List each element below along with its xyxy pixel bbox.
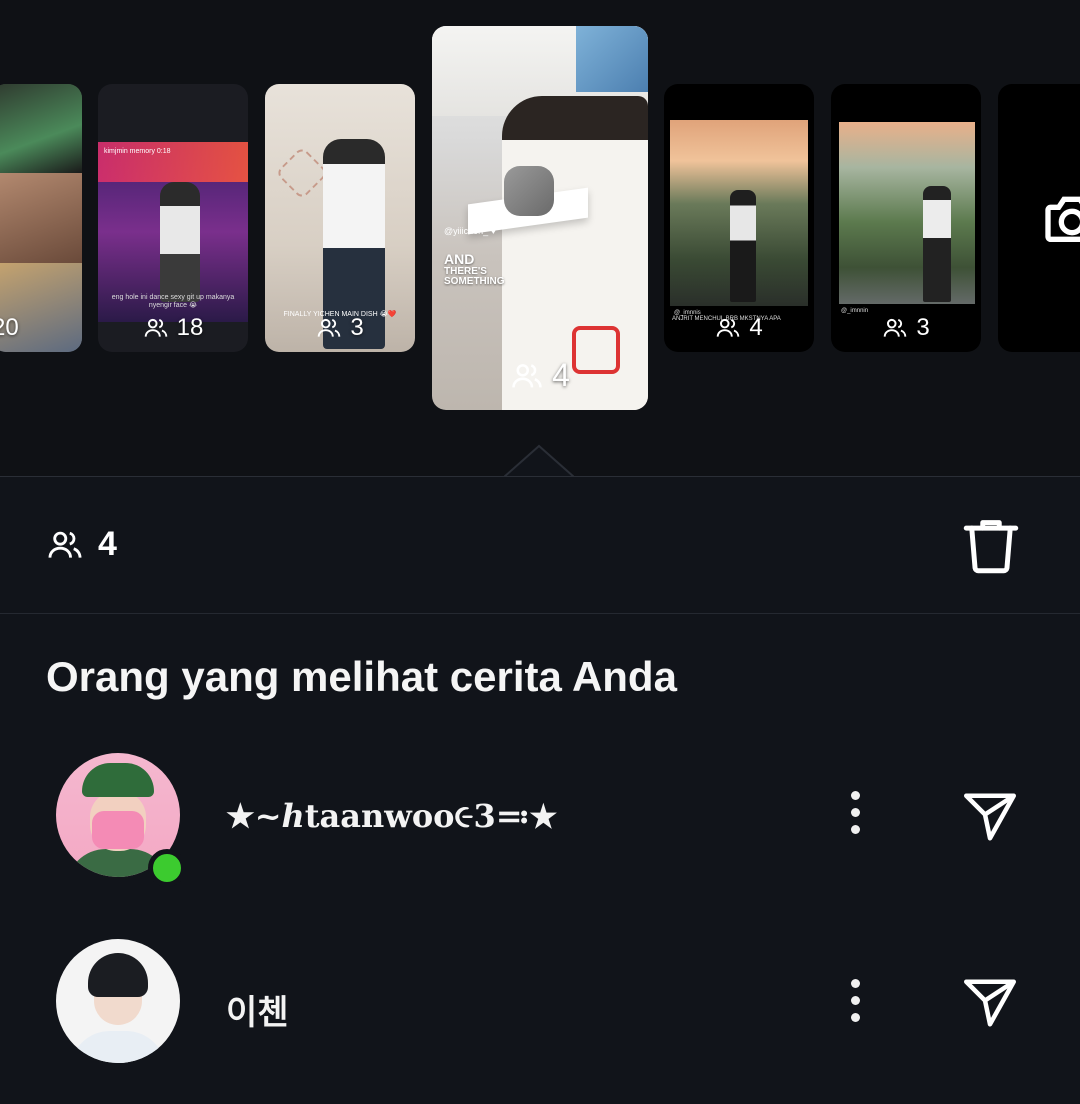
story-strip[interactable]: 20 kimjmin memory 0:18 eng hole ini danc… (0, 0, 1080, 478)
story-collage (0, 84, 82, 352)
story-view-count: 4 (432, 357, 648, 394)
story-view-count-value: 4 (552, 357, 570, 393)
camera-icon (1045, 196, 1080, 242)
people-icon (717, 318, 740, 337)
story-image (839, 122, 975, 304)
people-icon (48, 531, 82, 558)
people-icon (512, 363, 542, 387)
story-view-count: 3 (831, 314, 981, 342)
story-view-count: 20 (0, 314, 82, 342)
more-vertical-icon[interactable] (838, 979, 872, 1029)
people-icon (144, 318, 167, 337)
viewer-row[interactable]: 이첸 (0, 939, 1080, 1069)
story-headline: AND THERE'S SOMETHING (444, 252, 505, 288)
people-icon (318, 318, 341, 337)
story-image (670, 120, 808, 306)
viewers-panel: 4 Orang yang melihat cerita Anda ★~ℎtaan… (0, 476, 1080, 1104)
story-thumbnail-5[interactable]: @_imnnis ANJRIT MENCHUL BRB MKSTNYA APA … (664, 84, 814, 352)
story-thumbnail-2[interactable]: kimjmin memory 0:18 eng hole ini dance s… (98, 84, 248, 352)
send-icon[interactable] (956, 787, 1024, 847)
send-icon[interactable] (956, 973, 1024, 1033)
story-view-count-value: 20 (0, 314, 19, 341)
story-headline-line-3: SOMETHING (444, 276, 505, 288)
avatar[interactable] (56, 939, 180, 1063)
divider (0, 613, 1080, 614)
viewer-username[interactable]: 이첸 (226, 985, 289, 1034)
heart-decoration (275, 146, 329, 200)
story-thumbnail-6[interactable]: @_imnnin 3 (831, 84, 981, 352)
viewer-count-value: 4 (98, 525, 117, 563)
story-view-count-value: 3 (350, 314, 364, 341)
trash-icon[interactable] (958, 513, 1024, 579)
selected-story-caret (504, 444, 574, 478)
story-view-count: 18 (98, 314, 248, 342)
viewers-heading: Orang yang melihat cerita Anda (46, 653, 677, 700)
story-mention: @yiiichen_ ♥ (444, 226, 497, 236)
story-thumbnail-1[interactable]: 20 (0, 84, 82, 352)
viewer-row[interactable]: ★~ℎtaanwoo૯3≕★ (0, 753, 1080, 887)
story-thumbnail-selected[interactable]: @yiiichen_ ♥ AND THERE'S SOMETHING 4 (432, 26, 648, 410)
story-top-caption: kimjmin memory 0:18 (104, 148, 171, 155)
add-story-tile[interactable] (998, 84, 1080, 352)
story-caption: eng hole ini dance sexy git up makanya n… (111, 294, 235, 310)
story-viewers-screen: 20 kimjmin memory 0:18 eng hole ini danc… (0, 0, 1080, 1104)
more-vertical-icon[interactable] (838, 791, 872, 841)
people-icon (884, 318, 907, 337)
viewer-count: 4 (46, 525, 117, 564)
online-status-dot (148, 849, 186, 887)
story-headline-line-1: AND (444, 251, 475, 267)
story-view-count: 3 (265, 314, 415, 342)
story-thumbnail-3[interactable]: FINALLY YICHEN MAIN DISH 😭❤️ 3 (265, 84, 415, 352)
story-view-count-value: 18 (176, 314, 204, 341)
viewer-username[interactable]: ★~ℎtaanwoo૯3≕★ (226, 797, 556, 836)
story-view-count: 4 (664, 314, 814, 342)
story-view-count-value: 4 (749, 314, 763, 341)
story-view-count-value: 3 (916, 314, 930, 341)
viewer-summary-bar: 4 (0, 477, 1080, 613)
